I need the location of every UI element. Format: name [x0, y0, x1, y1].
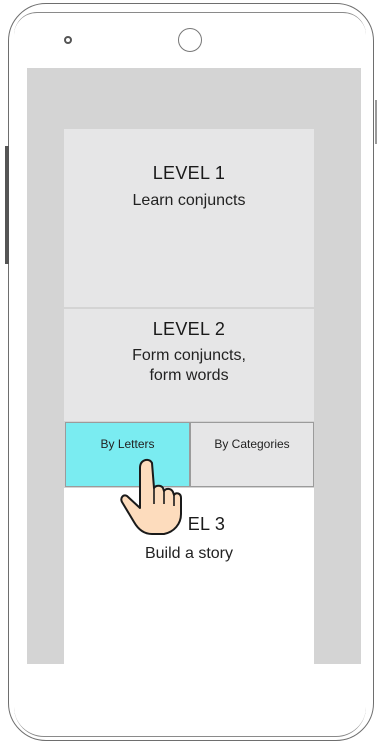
level-3-title: LEVEL 3: [187, 514, 226, 534]
level-2-subtitle-line1: Form conjuncts,: [132, 347, 246, 364]
side-button: [5, 146, 9, 264]
by-categories-label: By Categories: [214, 437, 290, 451]
level-1-title: LEVEL 1: [152, 163, 226, 183]
level-3-card[interactable]: LEVEL 3 Build a story: [64, 488, 314, 664]
level-1-subtitle: Learn conjuncts: [132, 192, 246, 209]
phone-bottom-bezel: [14, 700, 366, 737]
level-2-subtitle-line2: form words: [149, 367, 229, 384]
camera-icon: [64, 36, 72, 44]
level-2-subtitle: Form conjuncts, form words: [64, 346, 314, 386]
by-categories-button[interactable]: By Categories: [190, 422, 314, 487]
pointing-hand-icon: [120, 458, 182, 535]
speaker-icon: [178, 28, 202, 52]
by-letters-label: By Letters: [100, 437, 155, 451]
side-notch: [375, 100, 377, 144]
level-3-subtitle: Build a story: [144, 545, 234, 562]
level-2-card[interactable]: LEVEL 2 Form conjuncts, form words: [64, 309, 314, 421]
level-1-card[interactable]: LEVEL 1 Learn conjuncts: [64, 129, 314, 307]
level-2-title: LEVEL 2: [152, 319, 226, 339]
